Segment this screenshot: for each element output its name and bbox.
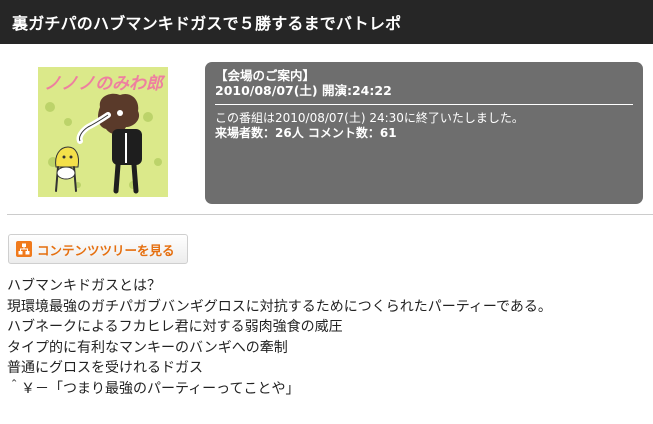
broadcast-stats: 来場者数：26人 コメント数：61 bbox=[215, 126, 397, 140]
section-divider bbox=[7, 214, 653, 215]
description-line: 現環境最強のガチパガブバンギグロスに対抗するためにつくられたパーティーである。 bbox=[7, 298, 552, 315]
thumbnail-illustration: ノノノのみわ郎 bbox=[38, 67, 168, 197]
description-line: ハブマンキドガスとは？ bbox=[7, 278, 161, 294]
thumbnail-caption: ノノノのみわ郎 bbox=[44, 74, 166, 94]
header-bar: 裏ガチパのハブマンキドガスで５勝するまでバトレポ bbox=[0, 0, 653, 44]
broadcast-info-panel: 【会場のご案内】 2010/08/07(土) 開演:24:22 この番組は201… bbox=[205, 62, 643, 204]
content-tree-button[interactable]: コンテンツツリーを見る bbox=[8, 234, 188, 264]
program-description: ハブマンキドガスとは？ 現環境最強のガチパガブバンギグロスに対抗するためにつくら… bbox=[7, 276, 647, 399]
broadcast-datetime: 2010/08/07(土) 開演:24:22 bbox=[215, 83, 392, 98]
tree-icon bbox=[16, 241, 32, 257]
content-tree-label: コンテンツツリーを見る bbox=[37, 242, 175, 258]
description-line: ハブネークによるフカヒレ君に対する弱肉強食の威圧 bbox=[7, 319, 343, 335]
info-divider bbox=[215, 104, 633, 105]
description-line: ＾￥－「つまり最強のパーティーってことや」 bbox=[7, 380, 300, 397]
info-heading: 【会場のご案内】 bbox=[215, 68, 316, 83]
community-thumbnail[interactable]: ノノノのみわ郎 bbox=[38, 67, 168, 197]
broadcast-status: この番組は2010/08/07(土) 24:30に終了いたしました。 bbox=[215, 111, 524, 125]
description-line: 普通にグロスを受けれるドガス bbox=[7, 360, 203, 376]
description-line: タイプ的に有利なマンキーのバンギへの牽制 bbox=[7, 339, 288, 356]
page-title: 裏ガチパのハブマンキドガスで５勝するまでバトレポ bbox=[12, 14, 402, 33]
